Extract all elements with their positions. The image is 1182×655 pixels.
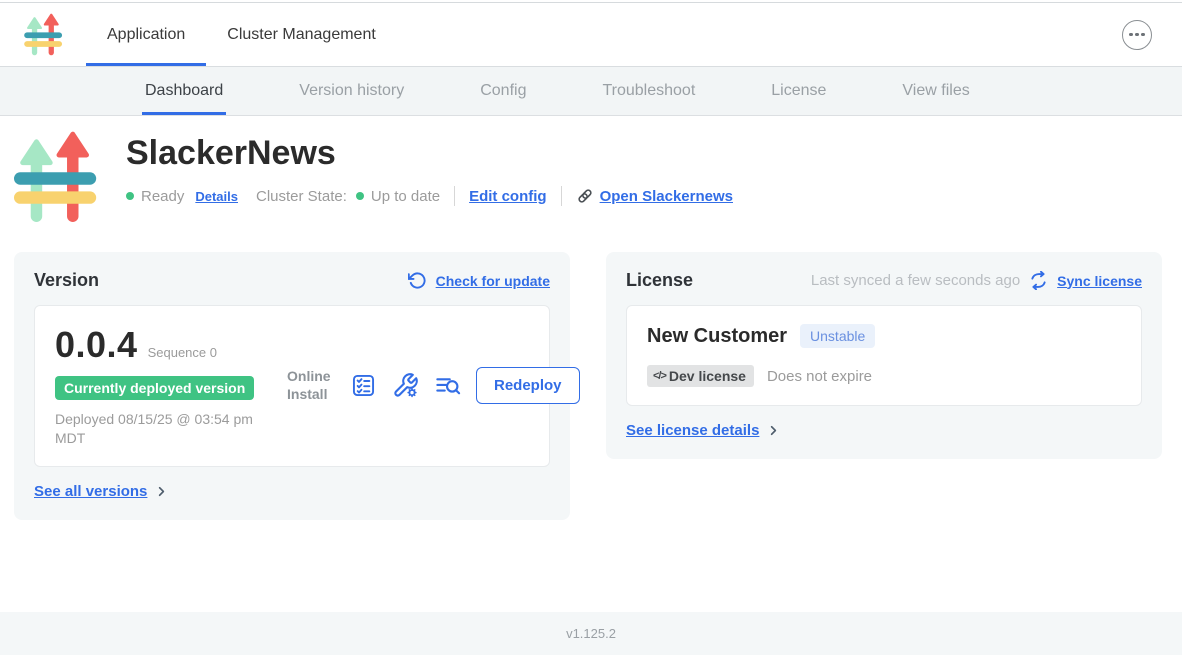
tab-version-history-label: Version history xyxy=(299,82,404,100)
sync-license-link[interactable]: Sync license xyxy=(1057,273,1142,289)
code-icon: </> xyxy=(653,370,666,382)
tab-dashboard[interactable]: Dashboard xyxy=(145,67,223,115)
tab-application[interactable]: Application xyxy=(86,3,206,66)
license-meta-row: </> Dev license Does not expire xyxy=(647,365,1121,387)
tab-cluster-management-label: Cluster Management xyxy=(227,26,376,44)
overflow-menu-button[interactable] xyxy=(1122,20,1152,50)
customer-name: New Customer xyxy=(647,325,787,348)
app-status-row: Ready Details Cluster State: Up to date … xyxy=(126,186,733,206)
top-navigation-bar: Application Cluster Management xyxy=(0,3,1182,67)
expiry-text: Does not expire xyxy=(767,368,872,385)
config-wrench-gear-icon[interactable] xyxy=(392,372,419,399)
app-ready-status-dot xyxy=(126,192,134,200)
footer: v1.125.2 xyxy=(0,612,1182,655)
customer-name-row: New Customer Unstable xyxy=(647,324,1121,348)
license-type-tag: </> Dev license xyxy=(647,365,754,387)
license-card: License Last synced a few seconds ago Sy… xyxy=(606,252,1162,459)
version-actions: Online Install xyxy=(287,367,580,404)
tab-view-files-label: View files xyxy=(902,82,969,100)
sync-arrows-icon xyxy=(1029,271,1048,290)
current-version-panel: 0.0.4 Sequence 0 Currently deployed vers… xyxy=(34,305,550,467)
deployed-badge: Currently deployed version xyxy=(55,376,254,400)
app-section-tabs: Dashboard Version history Config Trouble… xyxy=(0,67,1182,116)
tab-version-history[interactable]: Version history xyxy=(299,67,404,115)
chevron-right-icon xyxy=(766,423,781,438)
deployed-timestamp: Deployed 08/15/25 @ 03:54 pm MDT xyxy=(55,410,283,448)
chevron-right-icon xyxy=(154,484,169,499)
version-card-header: Version Check for update xyxy=(34,270,550,291)
ellipsis-icon xyxy=(1141,33,1145,37)
tab-troubleshoot[interactable]: Troubleshoot xyxy=(602,67,695,115)
see-all-versions-row: See all versions xyxy=(34,483,550,500)
hash-arrows-logo xyxy=(24,13,64,57)
ellipsis-icon xyxy=(1129,33,1133,37)
tab-application-label: Application xyxy=(107,26,185,44)
install-type-label: Online Install xyxy=(287,368,335,403)
tab-view-files[interactable]: View files xyxy=(902,67,969,115)
channel-badge: Unstable xyxy=(800,324,875,348)
license-card-header: License Last synced a few seconds ago Sy… xyxy=(626,270,1142,291)
tab-dashboard-label: Dashboard xyxy=(145,82,223,100)
logs-search-icon[interactable] xyxy=(434,372,461,399)
app-state-text: Ready xyxy=(141,188,184,205)
tab-troubleshoot-label: Troubleshoot xyxy=(602,82,695,100)
last-synced-text: Last synced a few seconds ago xyxy=(811,272,1020,289)
version-card: Version Check for update 0.0.4 Sequence … xyxy=(14,252,570,520)
preflight-checklist-icon[interactable] xyxy=(350,372,377,399)
dashboard-content: SlackerNews Ready Details Cluster State:… xyxy=(0,116,1182,520)
ellipsis-icon xyxy=(1135,33,1139,37)
app-logo-small xyxy=(24,13,64,57)
redeploy-button[interactable]: Redeploy xyxy=(476,367,580,404)
open-app-link[interactable]: Open Slackernews xyxy=(576,187,733,205)
version-number: 0.0.4 xyxy=(55,324,138,366)
app-header-text: SlackerNews Ready Details Cluster State:… xyxy=(126,130,733,206)
dashboard-cards: Version Check for update 0.0.4 Sequence … xyxy=(14,252,1170,520)
check-update-group: Check for update xyxy=(408,271,550,290)
app-logo-large xyxy=(14,130,100,226)
console-version: v1.125.2 xyxy=(566,626,616,641)
tab-cluster-management[interactable]: Cluster Management xyxy=(206,3,397,66)
license-card-title: License xyxy=(626,270,693,291)
status-details-link[interactable]: Details xyxy=(195,189,238,204)
see-all-versions-link[interactable]: See all versions xyxy=(34,483,147,500)
version-info: 0.0.4 Sequence 0 Currently deployed vers… xyxy=(55,324,287,448)
sequence-label: Sequence 0 xyxy=(148,345,217,360)
primary-tabs: Application Cluster Management xyxy=(86,3,397,66)
sync-license-group: Last synced a few seconds ago Sync licen… xyxy=(811,271,1142,290)
cluster-state-dot xyxy=(356,192,364,200)
license-type-label: Dev license xyxy=(669,368,746,384)
divider xyxy=(561,186,562,206)
cluster-state-label: Cluster State: xyxy=(256,188,347,205)
hash-arrows-logo xyxy=(14,130,100,226)
edit-config-link[interactable]: Edit config xyxy=(469,188,547,205)
page-title: SlackerNews xyxy=(126,134,733,173)
tab-config-label: Config xyxy=(480,82,526,100)
divider xyxy=(454,186,455,206)
tab-license-label: License xyxy=(771,82,826,100)
version-card-title: Version xyxy=(34,270,99,291)
see-license-details-row: See license details xyxy=(626,422,1142,439)
version-number-row: 0.0.4 Sequence 0 xyxy=(55,324,287,366)
app-header: SlackerNews Ready Details Cluster State:… xyxy=(14,130,1170,226)
tab-config[interactable]: Config xyxy=(480,67,526,115)
check-for-update-link[interactable]: Check for update xyxy=(436,273,550,289)
license-details-panel: New Customer Unstable </> Dev license Do… xyxy=(626,305,1142,406)
tab-license[interactable]: License xyxy=(771,67,826,115)
cluster-state-text: Up to date xyxy=(371,188,440,205)
open-app-label: Open Slackernews xyxy=(600,188,733,205)
see-license-details-link[interactable]: See license details xyxy=(626,422,759,439)
refresh-ccw-icon xyxy=(408,271,427,290)
link-chain-icon xyxy=(576,187,594,205)
